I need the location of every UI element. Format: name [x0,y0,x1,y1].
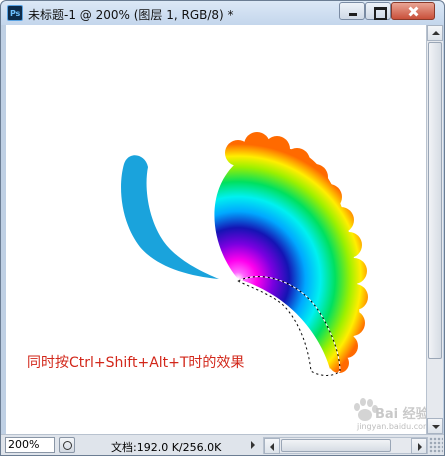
scroll-left-button[interactable] [264,438,280,454]
horizontal-scroll-thumb[interactable] [281,439,391,452]
status-menu-button[interactable] [248,438,261,452]
window-title: 未标题-1 @ 200% (图层 1, RGB/8) * [28,8,234,22]
vertical-scrollbar[interactable] [426,25,443,434]
triangle-right-icon [251,441,255,449]
status-bar: 200% 文档:192.0 K/256.0K [1,434,444,455]
vertical-scroll-thumb[interactable] [428,42,442,359]
document-canvas[interactable]: 同时按Ctrl+Shift+Alt+T时的效果 Bai 经验 jingyan.b… [6,25,426,434]
title-bar[interactable]: Ps 未标题-1 @ 200% (图层 1, RGB/8) * [1,1,444,25]
minimize-button[interactable] [339,2,365,20]
scroll-down-button[interactable] [427,418,443,434]
arrow-left-icon [270,443,274,451]
effect-caption: 同时按Ctrl+Shift+Alt+T时的效果 [27,355,245,371]
document-window: Ps 未标题-1 @ 200% (图层 1, RGB/8) * 同时按Ctrl+… [0,0,445,456]
blue-stroke [121,155,219,279]
arrow-right-icon [418,443,422,451]
photoshop-icon: Ps [7,5,23,21]
scroll-right-button[interactable] [411,438,427,454]
document-size-info: 文档:192.0 K/256.0K [111,441,222,454]
watermark-logo: Bai 经验 [375,407,426,422]
horizontal-scrollbar[interactable] [263,437,428,454]
close-button[interactable] [391,2,435,20]
watermark-url: jingyan.baidu.com [357,422,426,431]
artwork [121,132,368,376]
resize-grip-icon[interactable] [429,437,443,454]
status-options-icon[interactable] [59,437,75,453]
arrow-down-icon [432,425,440,429]
rainbow-fan [214,132,368,373]
maximize-button[interactable] [365,2,391,20]
scroll-up-button[interactable] [427,25,443,41]
arrow-up-icon [432,31,440,35]
baidu-watermark: Bai 经验 jingyan.baidu.com [351,398,426,434]
zoom-input[interactable]: 200% [5,437,55,453]
